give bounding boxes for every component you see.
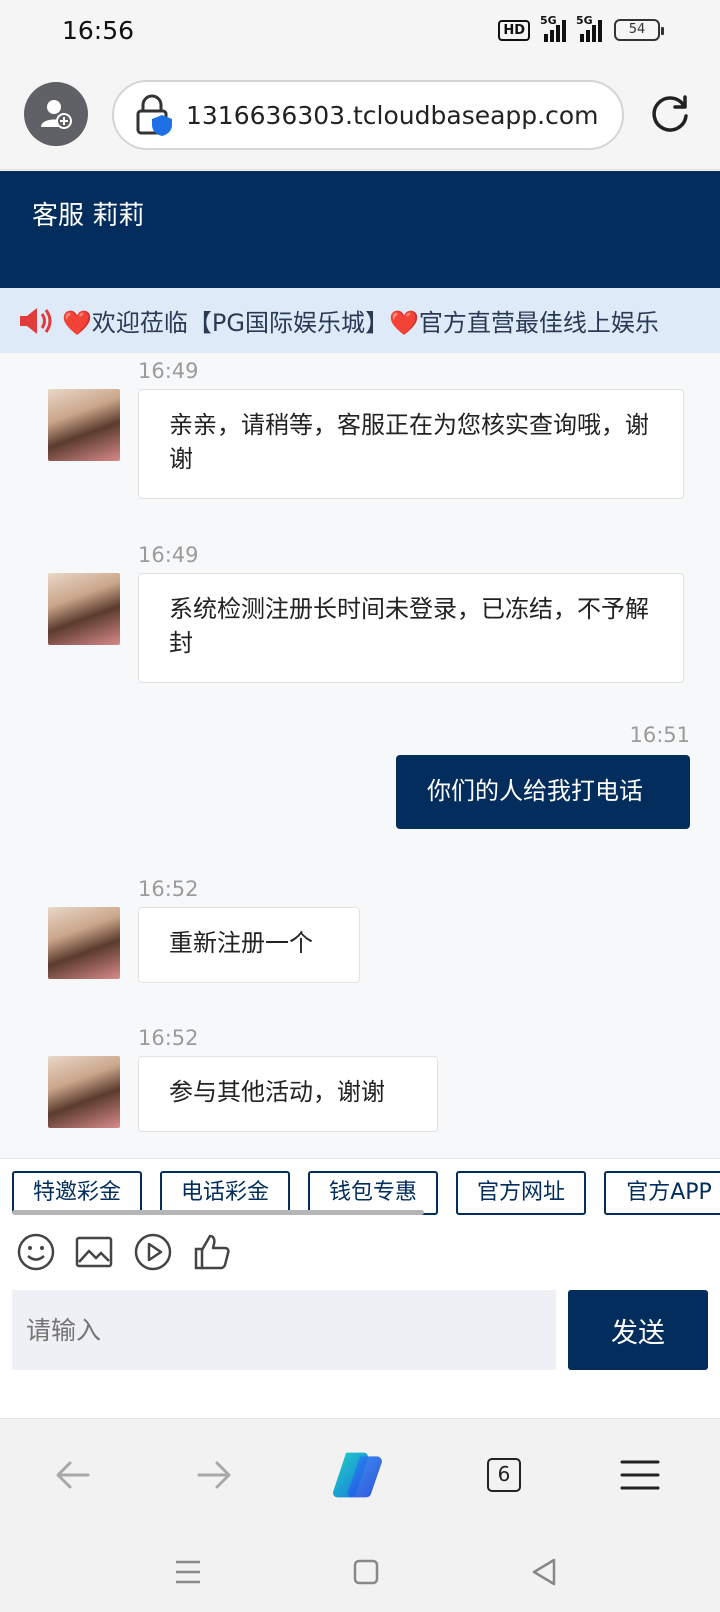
- arrow-left-icon: [56, 1461, 90, 1489]
- reload-icon[interactable]: [648, 92, 692, 136]
- back-nav-icon[interactable]: [524, 1552, 564, 1592]
- play-icon[interactable]: [133, 1232, 173, 1272]
- message-time: 16:51: [629, 723, 690, 747]
- agent-title: 客服 莉莉: [32, 201, 145, 231]
- quick-reply-button[interactable]: 电话彩金: [160, 1171, 290, 1215]
- lock-shield-icon: [136, 94, 172, 136]
- smile-icon[interactable]: [16, 1232, 56, 1272]
- message-bubble: 亲亲，请稍等，客服正在为您核实查询哦，谢谢: [138, 389, 684, 499]
- message-time: 16:49: [138, 543, 199, 567]
- copilot-button[interactable]: [330, 1447, 386, 1503]
- back-button[interactable]: [44, 1447, 100, 1503]
- message-time: 16:52: [138, 877, 199, 901]
- message-list: 16:49 亲亲，请稍等，客服正在为您核实查询哦，谢谢 16:49 系统检测注册…: [0, 353, 720, 1158]
- tool-row: [0, 1218, 720, 1288]
- agent-avatar: [48, 573, 120, 645]
- message-time: 16:49: [138, 359, 199, 383]
- chat-header: 客服 莉莉: [0, 171, 720, 288]
- message-bubble: 重新注册一个: [138, 907, 360, 983]
- quick-reply-button[interactable]: 钱包专惠: [308, 1171, 438, 1215]
- send-button[interactable]: 发送: [568, 1290, 708, 1370]
- agent-avatar: [48, 1056, 120, 1128]
- message-bubble: 系统检测注册长时间未登录，已冻结，不予解封: [138, 573, 684, 683]
- url-text: 1316636303.tcloudbaseapp.com: [186, 100, 599, 130]
- copilot-icon: [333, 1452, 382, 1498]
- message-bubble: 参与其他活动，谢谢: [138, 1056, 438, 1132]
- browser-toolbar: 1316636303.tcloudbaseapp.com: [0, 64, 720, 170]
- forward-button[interactable]: [187, 1447, 243, 1503]
- add-user-icon: [41, 100, 72, 129]
- quick-reply-button[interactable]: 官方APP: [604, 1171, 720, 1215]
- quick-reply-bar: 特邀彩金 电话彩金 钱包专惠 官方网址 官方APP: [0, 1158, 720, 1218]
- address-bar[interactable]: 1316636303.tcloudbaseapp.com: [112, 80, 624, 150]
- status-bar: 16:56 HD 5G 5G 54: [0, 0, 720, 64]
- message-input[interactable]: [12, 1290, 556, 1370]
- message-bubble: 你们的人给我打电话: [396, 755, 690, 829]
- system-nav-bar: [0, 1530, 720, 1612]
- hd-voice-icon: HD: [498, 19, 530, 41]
- message-time: 16:52: [138, 1026, 199, 1050]
- composer: 发送: [0, 1288, 720, 1418]
- agent-avatar: [48, 389, 120, 461]
- menu-button[interactable]: [612, 1447, 668, 1503]
- battery-icon: 54: [614, 19, 664, 41]
- profile-button[interactable]: [24, 82, 88, 146]
- quick-reply-list: 特邀彩金 电话彩金 钱包专惠 官方网址 官方APP: [12, 1171, 720, 1215]
- tab-count-icon: 6: [487, 1458, 521, 1492]
- thumbs-up-icon[interactable]: [192, 1232, 232, 1272]
- tabs-button[interactable]: 6: [476, 1447, 532, 1503]
- signal-icon: 5G: [540, 14, 566, 42]
- image-icon[interactable]: [74, 1232, 114, 1272]
- recent-apps-icon[interactable]: [168, 1552, 208, 1592]
- signal-icon-2: 5G: [576, 14, 602, 42]
- status-icons: HD 5G 5G 54: [498, 14, 664, 42]
- agent-avatar: [48, 907, 120, 979]
- hamburger-icon: [620, 1460, 660, 1490]
- quick-reply-button[interactable]: 官方网址: [456, 1171, 586, 1215]
- quick-reply-button[interactable]: 特邀彩金: [12, 1171, 142, 1215]
- announcement-text: ❤️欢迎莅临【PG国际娱乐城】❤️官方直营最佳线上娱乐: [62, 309, 659, 337]
- status-time: 16:56: [62, 16, 135, 45]
- home-icon[interactable]: [346, 1552, 386, 1592]
- speaker-icon: [20, 307, 52, 334]
- arrow-right-icon: [197, 1461, 231, 1489]
- announcement-bar: ❤️欢迎莅临【PG国际娱乐城】❤️官方直营最佳线上娱乐: [0, 288, 720, 353]
- browser-bottom-nav: 6: [0, 1418, 720, 1530]
- quick-reply-scrollbar[interactable]: [12, 1210, 424, 1215]
